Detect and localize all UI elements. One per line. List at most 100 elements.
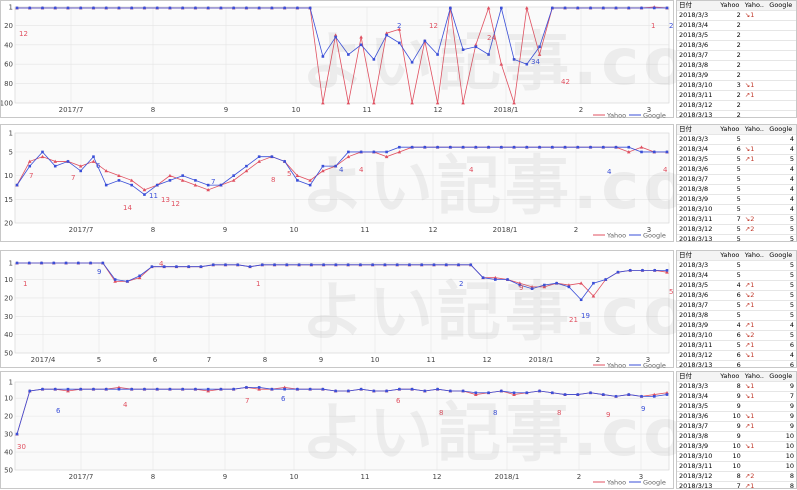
date-cell: 2018/3/11	[677, 90, 719, 101]
rank-change-cell	[742, 164, 768, 175]
data-point-google	[474, 45, 478, 49]
date-cell: 2018/3/11	[677, 461, 719, 472]
data-point-google	[665, 269, 669, 272]
date-cell: 2018/3/6	[677, 164, 719, 175]
table-row: 2018/3/13 6 6	[677, 360, 796, 367]
data-point-google	[245, 164, 248, 168]
y-tick-label: 1	[9, 260, 13, 268]
rank-change-cell	[742, 461, 768, 472]
google-rank-cell: 5	[767, 270, 796, 281]
data-point-google	[104, 387, 108, 391]
table-header: 日付 Yahoo Yaho.. Google	[677, 125, 796, 135]
yahoo-rank-cell: 2	[718, 10, 743, 21]
data-point-google	[579, 298, 583, 302]
data-point-google	[589, 391, 592, 395]
yahoo-rank-cell: 10	[718, 461, 743, 472]
table-row: 2018/3/12 6 ↘1 4	[677, 350, 796, 361]
chart-legend: Yahoo Google	[593, 112, 666, 119]
rank-change-cell	[742, 234, 768, 241]
rank-change-cell	[742, 50, 768, 61]
date-cell: 2018/3/13	[677, 360, 719, 367]
date-cell: 2018/3/12	[677, 471, 719, 482]
data-point-google	[665, 393, 669, 396]
yahoo-rank-cell: 4	[718, 320, 743, 331]
chart-legend: Yahoo Google	[593, 362, 666, 369]
data-point-google	[321, 164, 325, 168]
x-tick-label: 2017/4	[31, 356, 56, 364]
yahoo-rank-cell: 2	[718, 30, 743, 41]
data-point-google	[296, 387, 299, 391]
table-row: 2018/3/13 5 5	[677, 234, 796, 241]
data-point-google	[297, 263, 301, 267]
data-point-google	[199, 265, 203, 268]
yahoo-rank-cell: 10	[718, 411, 743, 422]
data-point-google	[555, 281, 558, 285]
data-point-google	[79, 387, 83, 391]
data-point-google	[79, 6, 83, 10]
x-tick-label: 9	[223, 473, 227, 481]
data-point-google	[512, 145, 516, 149]
data-point-google	[308, 387, 312, 391]
rank-change-cell: ↘1	[742, 441, 768, 452]
data-point-google	[614, 145, 618, 149]
data-point-google	[113, 278, 117, 281]
yahoo-rank-cell: 5	[718, 234, 743, 241]
google-rank-cell: 5	[767, 310, 796, 321]
data-point-google	[308, 183, 312, 187]
date-cell: 2018/3/5	[677, 401, 719, 412]
x-tick-label: 2	[577, 473, 581, 481]
y-tick-label: 10	[4, 276, 13, 284]
rank-change-cell	[742, 40, 768, 51]
data-point-google	[525, 62, 529, 66]
table-row: 2018/3/10 6 ↘2 5	[677, 330, 796, 341]
date-cell: 2018/3/11	[677, 214, 719, 225]
data-point-google	[206, 183, 210, 187]
x-tick-label: 8	[263, 356, 267, 364]
y-tick-label: 5	[9, 148, 13, 156]
x-tick-label: 12	[483, 356, 492, 364]
rank-change-cell: ↗1	[742, 481, 768, 488]
data-point-google	[627, 6, 631, 10]
data-point-google	[487, 145, 490, 149]
yahoo-rank-cell: 9	[718, 401, 743, 412]
data-point-google	[224, 263, 227, 267]
data-point-google	[640, 150, 643, 154]
date-cell: 2018/3/8	[677, 60, 719, 71]
data-point-google	[168, 179, 172, 182]
rank-annotation: 11	[149, 192, 158, 200]
data-point-google	[92, 387, 95, 391]
data-point-google	[245, 6, 248, 10]
rank-change-cell	[742, 401, 768, 412]
date-cell: 2018/3/12	[677, 100, 719, 111]
ranking-panel-1: 1 20 40 60 80 100 2017/7 8 9 10 11 12 2018/1 2 3 12 2 12 2…	[0, 0, 797, 119]
table-row: 2018/3/11 5 ↗1 6	[677, 340, 796, 351]
rank-change-cell	[742, 70, 768, 81]
rank-change-cell: ↗1	[742, 280, 768, 291]
table-row: 2018/3/13 7 ↗1 8	[677, 481, 796, 488]
data-point-google	[194, 179, 197, 182]
google-rank-cell: 4	[767, 174, 796, 185]
x-tick-label: 2018/1	[494, 106, 519, 114]
data-point-google	[270, 155, 274, 158]
data-point-google	[334, 35, 337, 39]
data-point-google	[66, 387, 70, 391]
y-tick-label: 40	[4, 449, 13, 457]
data-point-google	[487, 391, 490, 395]
date-cell: 2018/3/4	[677, 270, 719, 281]
data-point-google	[79, 169, 83, 173]
data-point-google	[168, 6, 172, 10]
google-rank-cell: 7	[767, 391, 796, 402]
date-cell: 2018/3/7	[677, 421, 719, 432]
yahoo-rank-cell: 5	[718, 204, 743, 215]
rank-annotation: 34	[531, 58, 540, 66]
data-point-google	[322, 263, 325, 267]
rank-annotation: 6	[281, 395, 286, 403]
rank-change-cell	[742, 110, 768, 117]
yahoo-rank-cell: 7	[718, 214, 743, 225]
data-point-google	[53, 387, 57, 391]
y-tick-label: 1	[9, 379, 13, 387]
rank-chart-4-svg: 110203040502017/7 8 9 10 11 12 2018/1 2 33064 7 6 6…	[4, 379, 670, 487]
google-rank-cell: 10	[767, 461, 796, 472]
google-rank-cell: 5	[767, 260, 796, 271]
rank-chart-3: 1 10 20 30 40 50 2017/4 5 6 7 8 9 10 11 12 2018/1 2 3 1 9 4 1…	[0, 250, 758, 369]
